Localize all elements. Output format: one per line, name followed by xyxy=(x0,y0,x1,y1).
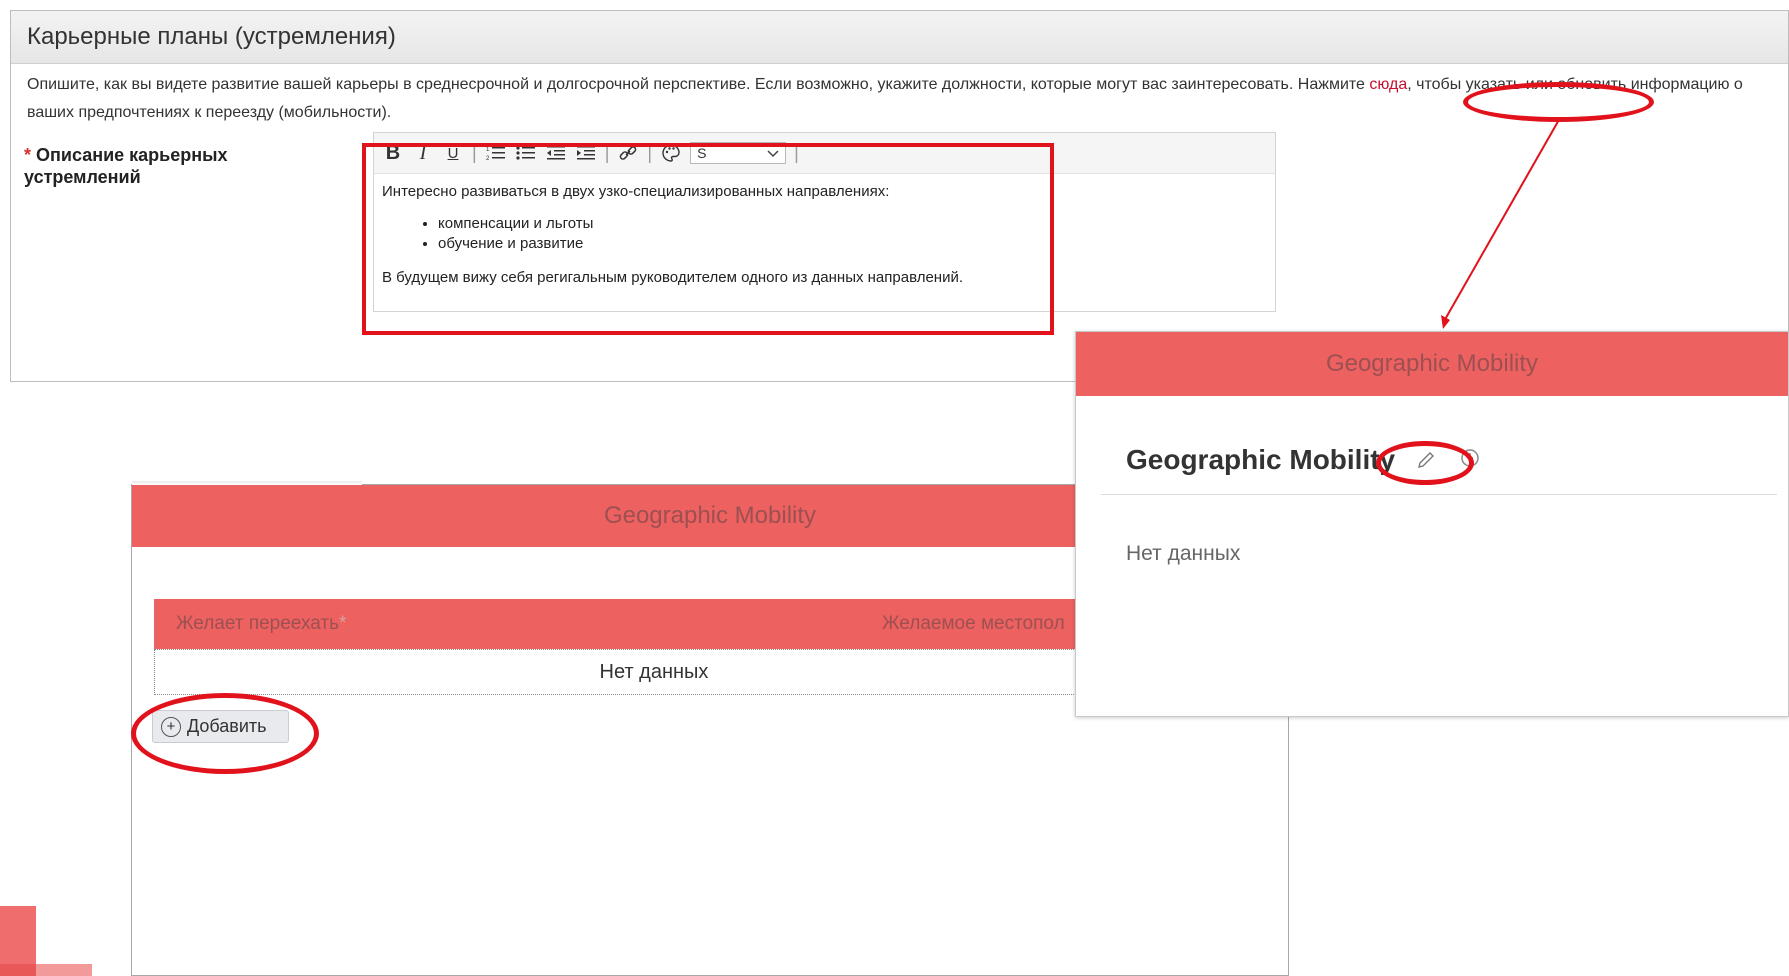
editor-toolbar: B I U | 12 | | S | xyxy=(374,133,1275,174)
bulleted-list-icon[interactable] xyxy=(515,141,537,165)
editor-outro: В будущем вижу себя регигальным руководи… xyxy=(382,269,964,286)
toolbar-separator: | xyxy=(794,142,799,163)
brand-logo xyxy=(0,906,92,976)
career-panel-title: Карьерные планы (устремления) xyxy=(11,11,1788,64)
bold-button[interactable]: B xyxy=(382,141,404,165)
history-icon[interactable] xyxy=(1459,447,1481,475)
mobility-section-title: Geographic Mobility xyxy=(1126,444,1396,475)
editor-intro: Интересно развиваться в двух узко-специа… xyxy=(382,183,890,200)
underline-button[interactable]: U xyxy=(442,141,464,165)
column-header-location: Желаемое местопол xyxy=(882,613,1065,634)
numbered-list-icon[interactable]: 12 xyxy=(485,141,507,165)
list-item: компенсации и льготы xyxy=(438,214,1267,234)
divider xyxy=(132,481,362,485)
toolbar-separator: | xyxy=(604,142,610,163)
rich-text-editor[interactable]: B I U | 12 | | S | Интересно развиваться… xyxy=(373,132,1276,312)
no-data-text: Нет данных xyxy=(599,660,709,683)
indent-icon[interactable] xyxy=(575,141,597,165)
career-aspirations-label-text: Описание карьерных устремлений xyxy=(24,145,228,187)
palette-icon[interactable] xyxy=(660,141,682,165)
column-header-relocate: Желает переехать* xyxy=(176,613,346,635)
font-select-value: S xyxy=(697,145,707,161)
font-select[interactable]: S xyxy=(690,142,787,164)
mobility-view-dialog: Geographic Mobility Geographic Mobility … xyxy=(1075,331,1789,717)
career-description: Опишите, как вы видете развитие вашей ка… xyxy=(27,71,1747,127)
pencil-icon[interactable] xyxy=(1416,450,1436,476)
add-button[interactable]: + Добавить xyxy=(152,710,289,743)
table-row: Нет данных xyxy=(154,649,1154,695)
required-marker: * xyxy=(24,145,32,165)
svg-text:1: 1 xyxy=(486,147,490,153)
editor-bullet-list: компенсации и льготы обучение и развитие xyxy=(382,214,1267,254)
editor-content[interactable]: Интересно развиваться в двух узко-специа… xyxy=(374,174,1275,308)
italic-button[interactable]: I xyxy=(412,141,434,165)
svg-text:2: 2 xyxy=(486,156,490,162)
table-header: Желает переехать* Желаемое местопол xyxy=(154,599,1154,649)
mobility-link[interactable]: сюда xyxy=(1369,76,1407,93)
dialog-header: Geographic Mobility xyxy=(1076,332,1788,396)
toolbar-separator: | xyxy=(472,142,477,163)
career-description-text-1: Опишите, как вы видете развитие вашей ка… xyxy=(27,76,1370,93)
toolbar-separator: | xyxy=(647,142,653,163)
career-aspirations-label: * Описание карьерных устремлений xyxy=(24,144,284,188)
column-header-relocate-label: Желает переехать xyxy=(176,613,339,634)
divider xyxy=(1101,494,1777,495)
list-item: обучение и развитие xyxy=(438,234,1267,254)
link-icon[interactable] xyxy=(617,141,639,165)
add-button-label: Добавить xyxy=(187,716,267,736)
outdent-icon[interactable] xyxy=(545,141,567,165)
no-data-text: Нет данных xyxy=(1126,542,1241,565)
required-marker: * xyxy=(339,613,347,634)
plus-circle-icon: + xyxy=(161,716,181,737)
chevron-down-icon xyxy=(767,145,779,161)
